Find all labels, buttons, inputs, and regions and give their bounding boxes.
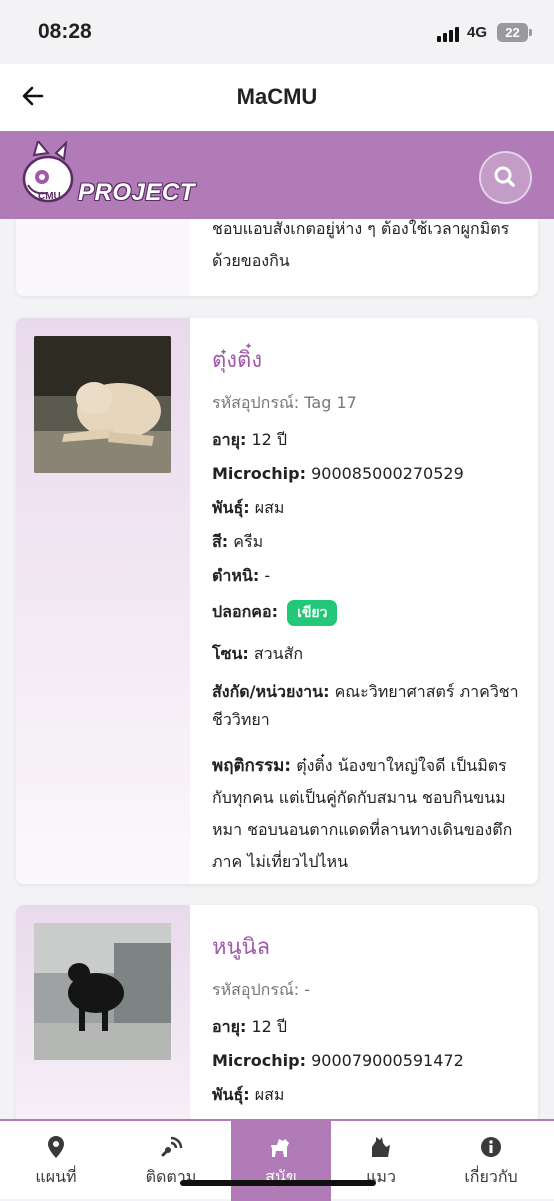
tab-bar: แผนที่ ติดตาม สุนัข แมว เกี่ยวกับ xyxy=(0,1119,554,1201)
tab-cat-label: แมว xyxy=(366,1167,396,1186)
breed-value: ผสม xyxy=(254,1085,285,1104)
search-button[interactable] xyxy=(479,151,532,204)
dog-name[interactable]: ตุ๋งติ๋ง xyxy=(212,342,522,377)
zone-row: โซน: สวนสัก xyxy=(212,644,522,664)
microchip-label: Microchip: xyxy=(212,464,306,483)
dog-icon xyxy=(271,1139,289,1157)
dog-behavior-text: ชอบแอบสังเกตอยู่ห่าง ๆ ต้องใช้เวลาผูกมิต… xyxy=(212,219,510,270)
age-label: อายุ: xyxy=(212,1017,247,1036)
age-label: อายุ: xyxy=(212,430,247,449)
breed-value: ผสม xyxy=(254,498,285,517)
signal-icon xyxy=(437,26,463,42)
mark-row: ตำหนิ: - xyxy=(212,566,522,586)
card-photo-column xyxy=(16,219,190,296)
dog-info: ตุ๋งติ๋ง รหัสอุปกรณ์: Tag 17 อายุ: 12 ปี… xyxy=(212,318,522,878)
status-time: 08:28 xyxy=(38,20,92,43)
tab-about[interactable]: เกี่ยวกับ xyxy=(441,1121,541,1201)
tab-tracking-label: ติดตาม xyxy=(145,1167,197,1186)
breed-label: พันธุ์: xyxy=(212,498,250,517)
tab-cat[interactable]: แมว xyxy=(331,1121,431,1201)
project-logo[interactable]: PROJECT CMU xyxy=(20,138,194,209)
collar-row: ปลอกคอ: เขียว xyxy=(212,600,522,626)
dept-row: สังกัด/หน่วยงาน: คณะวิทยาศาสตร์ ภาควิชาช… xyxy=(212,678,522,734)
dog-name[interactable]: หนูนิล xyxy=(212,929,522,964)
dog-list[interactable]: ชอบแอบสังเกตอยู่ห่าง ๆ ต้องใช้เวลาผูกมิต… xyxy=(0,219,554,1119)
battery-icon: 22 xyxy=(497,23,528,42)
breed-label: พันธุ์: xyxy=(212,1085,250,1104)
logo-text: PROJECT xyxy=(78,179,195,206)
age-row: อายุ: 12 ปี xyxy=(212,1017,522,1037)
age-row: อายุ: 12 ปี xyxy=(212,430,522,450)
tab-about-label: เกี่ยวกับ xyxy=(464,1167,518,1186)
page-title: MaCMU xyxy=(236,84,318,109)
dog-card[interactable]: หนูนิล รหัสอุปกรณ์: - อายุ: 12 ปี Microc… xyxy=(16,905,538,1119)
battery-tip xyxy=(529,29,532,36)
breed-row: พันธุ์: ผสม xyxy=(212,1085,522,1105)
collar-label: ปลอกคอ: xyxy=(212,602,278,621)
mark-value: - xyxy=(264,566,271,585)
behavior-label: พฤติกรรม: xyxy=(212,756,292,776)
tab-tracking[interactable]: ติดตาม xyxy=(121,1121,221,1201)
color-value: ครีม xyxy=(233,532,264,551)
dog-photo xyxy=(34,336,171,473)
dog-photo xyxy=(34,923,171,1060)
info-icon xyxy=(481,1137,501,1157)
microchip-label: Microchip: xyxy=(212,1051,306,1070)
microchip-row: Microchip: 900085000270529 xyxy=(212,464,522,484)
breed-row: พันธุ์: ผสม xyxy=(212,498,522,518)
color-label: สี: xyxy=(212,532,229,551)
microchip-value: 900085000270529 xyxy=(311,464,464,483)
microchip-value: 900079000591472 xyxy=(311,1051,464,1070)
home-indicator xyxy=(180,1180,376,1186)
microchip-row: Microchip: 900079000591472 xyxy=(212,1051,522,1071)
tab-dog[interactable]: สุนัข xyxy=(231,1121,331,1201)
status-bar: 08:28 4G 22 xyxy=(0,0,554,64)
mark-label: ตำหนิ: xyxy=(212,566,260,585)
dog-card[interactable]: ตุ๋งติ๋ง รหัสอุปกรณ์: Tag 17 อายุ: 12 ปี… xyxy=(16,318,538,884)
brand-bar: PROJECT CMU xyxy=(0,131,554,219)
tab-map-label: แผนที่ xyxy=(35,1167,77,1186)
tab-dog-label: สุนัข xyxy=(265,1167,297,1186)
nav-bar: MaCMU xyxy=(0,64,554,131)
dog-card: ชอบแอบสังเกตอยู่ห่าง ๆ ต้องใช้เวลาผูกมิต… xyxy=(16,219,538,296)
zone-value: สวนสัก xyxy=(253,644,304,663)
color-row: สี: ครีม xyxy=(212,532,522,552)
dept-label: สังกัด/หน่วยงาน: xyxy=(212,682,330,701)
age-value: 12 ปี xyxy=(251,430,288,449)
behavior-row: พฤติกรรม: ตุ๋งติ๋ง น้องขาใหญ่ใจดี เป็นมิ… xyxy=(212,750,522,878)
dog-info: หนูนิล รหัสอุปกรณ์: - อายุ: 12 ปี Microc… xyxy=(212,905,522,1105)
zone-label: โซน: xyxy=(212,644,249,663)
cat-icon xyxy=(372,1137,390,1157)
age-value: 12 ปี xyxy=(251,1017,288,1036)
collar-badge: เขียว xyxy=(287,600,338,626)
device-id: รหัสอุปกรณ์: - xyxy=(212,980,311,999)
search-icon xyxy=(494,166,515,187)
map-pin-icon xyxy=(48,1136,64,1158)
logo-cmu-text: CMU xyxy=(38,191,61,202)
device-id: รหัสอุปกรณ์: Tag 17 xyxy=(212,393,357,412)
network-type: 4G xyxy=(467,24,488,41)
tracking-icon xyxy=(161,1136,183,1157)
tab-map[interactable]: แผนที่ xyxy=(6,1121,106,1201)
